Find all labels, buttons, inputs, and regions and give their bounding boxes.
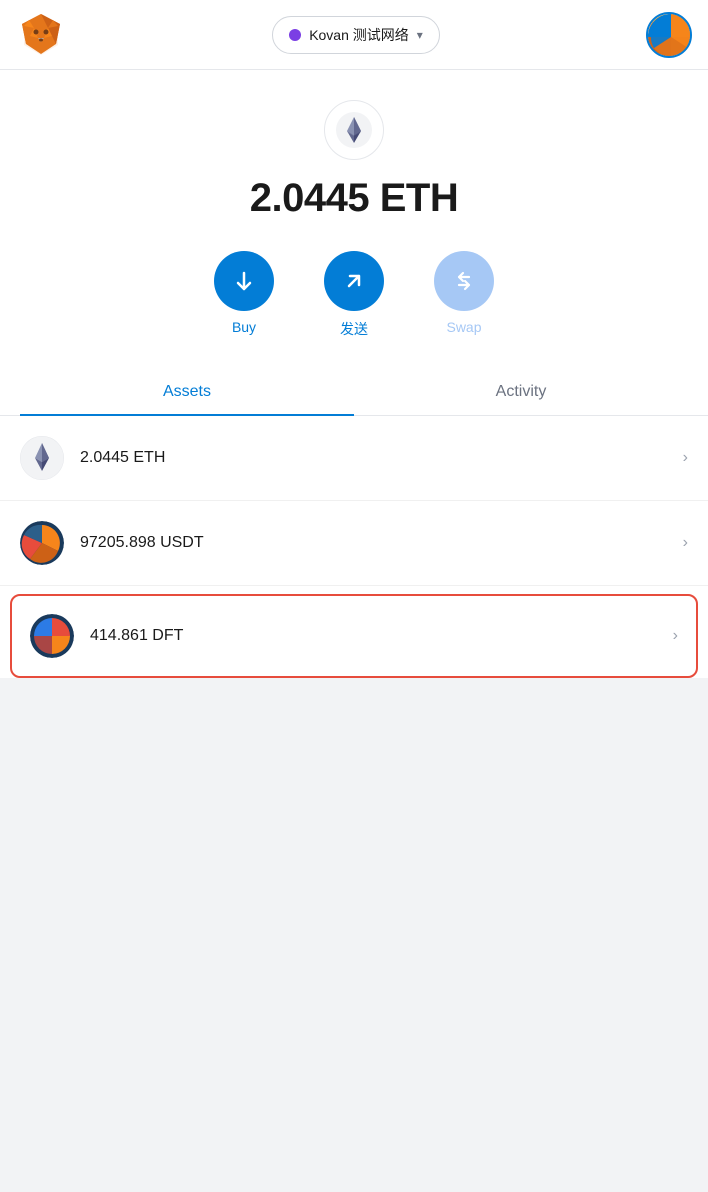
eth-icon-container xyxy=(20,100,688,160)
main-content: 2.0445 ETH Buy 发送 xyxy=(0,70,708,416)
eth-balance: 2.0445 ETH xyxy=(80,449,165,466)
network-dot xyxy=(289,29,301,41)
metamask-logo xyxy=(16,10,66,60)
swap-button[interactable] xyxy=(434,251,494,311)
network-name: Kovan 测试网络 xyxy=(309,25,409,45)
dft-balance: 414.861 DFT xyxy=(90,627,183,644)
avatar-graphic xyxy=(648,14,690,56)
tab-bar: Assets Activity xyxy=(0,369,708,416)
asset-item-usdt[interactable]: 97205.898 USDT › xyxy=(0,501,708,586)
balance-amount: 2.0445 ETH xyxy=(20,176,688,221)
app-header: Kovan 测试网络 ▾ xyxy=(0,0,708,70)
swap-button-wrapper[interactable]: Swap xyxy=(434,251,494,339)
tab-assets[interactable]: Assets xyxy=(20,369,354,415)
send-label: 发送 xyxy=(340,319,368,339)
chevron-right-icon: › xyxy=(683,449,688,467)
network-selector[interactable]: Kovan 测试网络 ▾ xyxy=(272,16,440,54)
eth-asset-info: 2.0445 ETH xyxy=(80,449,683,467)
buy-button[interactable] xyxy=(214,251,274,311)
swap-label: Swap xyxy=(446,319,481,335)
asset-list: 2.0445 ETH › 97205.898 USDT › 414.86 xyxy=(0,416,708,678)
asset-item-eth[interactable]: 2.0445 ETH › xyxy=(0,416,708,501)
usdt-asset-info: 97205.898 USDT xyxy=(80,534,683,552)
dft-asset-info: 414.861 DFT xyxy=(90,627,673,645)
asset-item-dft[interactable]: 414.861 DFT › xyxy=(10,594,698,678)
usdt-asset-icon xyxy=(20,521,64,565)
chevron-down-icon: ▾ xyxy=(417,28,423,42)
eth-icon-circle xyxy=(324,100,384,160)
chevron-right-icon: › xyxy=(683,534,688,552)
account-avatar[interactable] xyxy=(646,12,692,58)
eth-logo xyxy=(336,112,372,148)
tab-activity[interactable]: Activity xyxy=(354,369,688,415)
usdt-balance: 97205.898 USDT xyxy=(80,534,204,551)
buy-button-wrapper[interactable]: Buy xyxy=(214,251,274,339)
buy-label: Buy xyxy=(232,319,256,335)
send-button[interactable] xyxy=(324,251,384,311)
dft-asset-icon xyxy=(30,614,74,658)
action-buttons: Buy 发送 Swap xyxy=(20,251,688,339)
chevron-right-icon: › xyxy=(673,627,678,645)
eth-asset-icon xyxy=(20,436,64,480)
send-button-wrapper[interactable]: 发送 xyxy=(324,251,384,339)
